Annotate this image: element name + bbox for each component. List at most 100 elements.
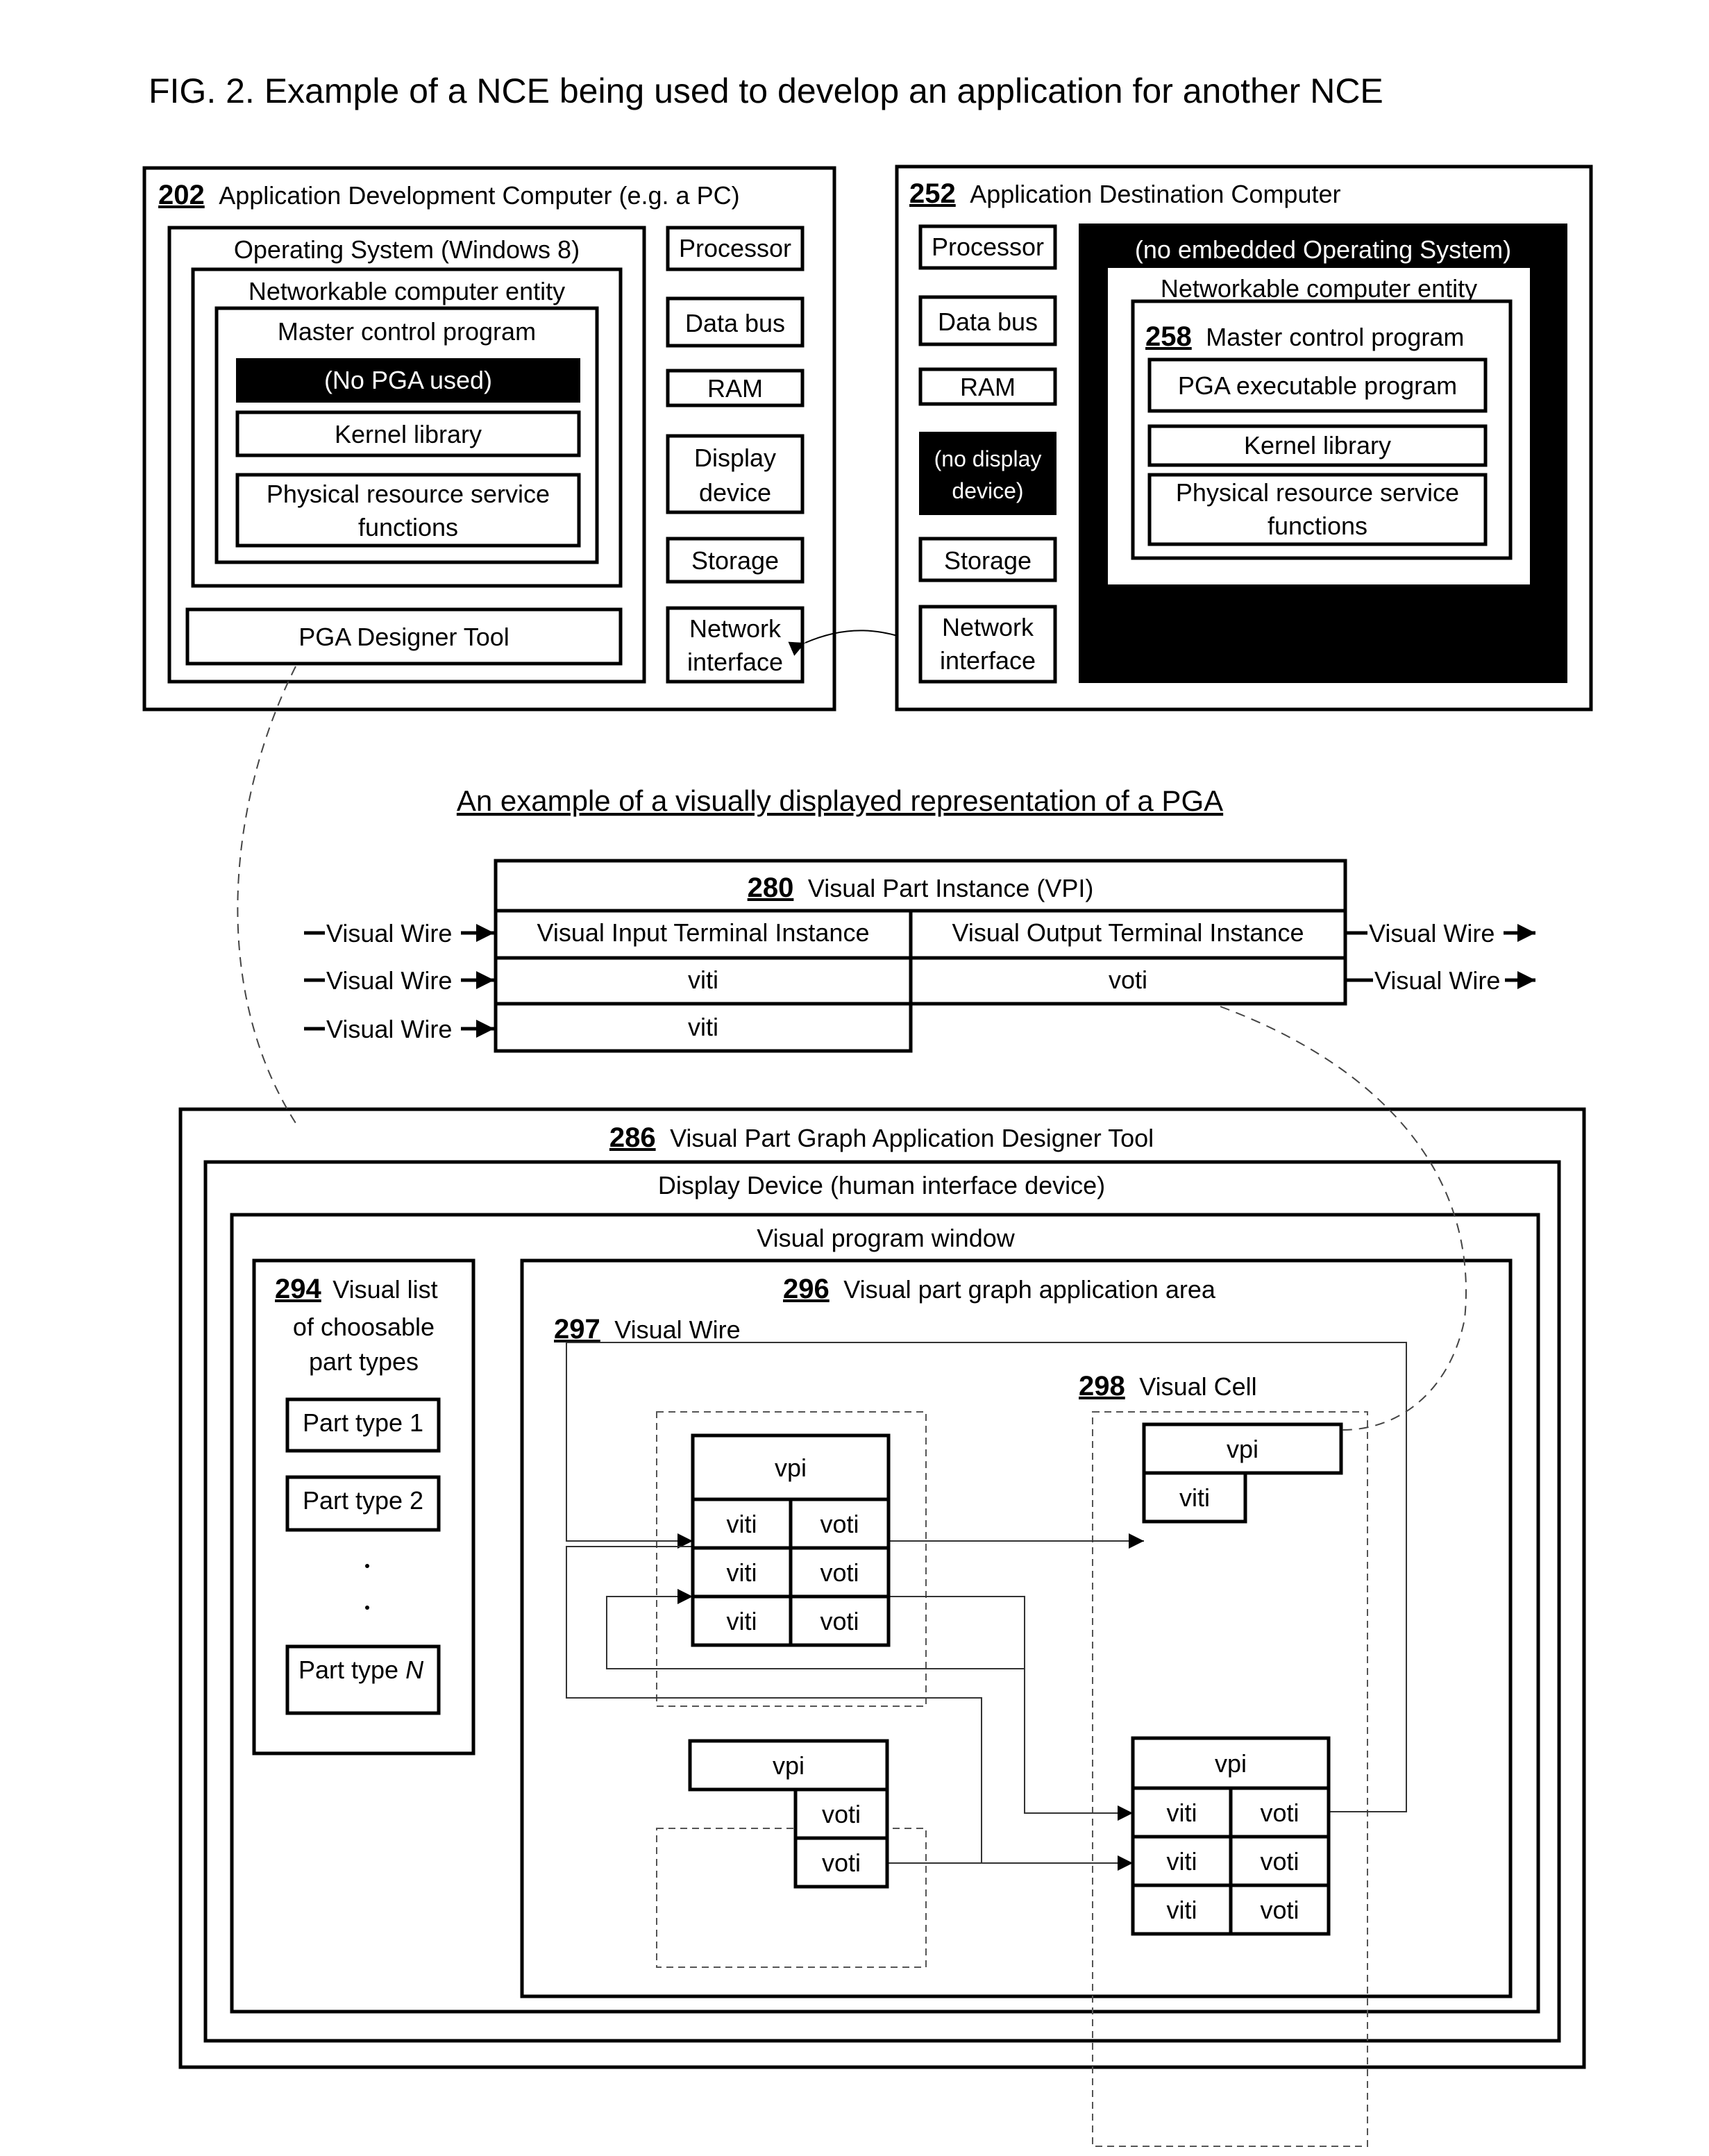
output-wire-1: Visual Wire — [1347, 919, 1535, 948]
dest-ram-label: RAM — [960, 373, 1016, 401]
vpi-a-label: vpi — [775, 1454, 807, 1482]
part-list-line3: part types — [309, 1347, 419, 1376]
area-ref: 296 — [783, 1274, 830, 1304]
wire-title: Visual Wire — [614, 1315, 740, 1344]
dev-phys-label-2: functions — [358, 513, 458, 541]
dest-computer-ref: 252 — [909, 178, 956, 209]
dev-computer-ref: 202 — [158, 180, 205, 210]
dest-mcp-label: Master control program — [1206, 323, 1464, 351]
voti-label-1: voti — [1109, 966, 1147, 994]
pga-designer-tool-label: PGA Designer Tool — [298, 623, 510, 651]
wire-label: Visual Wire — [326, 1015, 452, 1043]
cell-title: Visual Cell — [1139, 1372, 1256, 1401]
designer-ref: 286 — [609, 1122, 656, 1153]
no-pga-label: (No PGA used) — [324, 366, 492, 394]
cell-heading: 298 Visual Cell — [1079, 1371, 1257, 1401]
pga-example-subtitle: An example of a visually displayed repre… — [457, 784, 1223, 817]
vpi-a-voti-3-label: voti — [820, 1607, 859, 1635]
vpi-c-voti-1-label: voti — [1260, 1799, 1299, 1827]
dev-ram-label: RAM — [707, 374, 763, 403]
dev-display-label-2: device — [699, 478, 771, 507]
part-type-1-item[interactable]: Part type 1 — [285, 1397, 441, 1453]
vpi-a-viti-3-label: viti — [727, 1607, 757, 1635]
figure-title: FIG. 2. Example of a NCE being used to d… — [149, 71, 1383, 110]
dev-nce-label: Networkable computer entity — [249, 277, 565, 305]
dest-network-label-2: interface — [940, 646, 1036, 675]
dest-storage-label: Storage — [944, 546, 1032, 575]
vpi-example: 280 Visual Part Instance (VPI) Visual In… — [304, 859, 1535, 1053]
wire-label: Visual Wire — [1374, 966, 1500, 995]
ellipsis-dot — [365, 1564, 369, 1568]
ellipsis-dot — [365, 1606, 369, 1610]
dest-computer-title: Application Destination Computer — [970, 180, 1340, 208]
vpi-a[interactable]: vpiviti votiviti votiviti voti — [691, 1433, 891, 1647]
dev-network-label-2: interface — [687, 648, 783, 676]
area-heading: 296 Visual part graph application area — [783, 1274, 1216, 1304]
vpi-a-voti-2-label: voti — [820, 1558, 859, 1587]
vpi-c-label: vpi — [1215, 1749, 1247, 1778]
part-type-n-item[interactable]: Part type N — [285, 1644, 441, 1715]
wire-ref: 297 — [554, 1314, 600, 1345]
dev-kernel-label: Kernel library — [335, 420, 482, 448]
part-type-n-prefix: Part type — [298, 1656, 405, 1684]
input-wire-3: Visual Wire — [304, 1015, 494, 1043]
cell-ref: 298 — [1079, 1371, 1125, 1401]
vpi-b-voti-1-label: voti — [822, 1800, 861, 1828]
part-list-line2: of choosable — [293, 1313, 435, 1341]
part-list-heading: 294 Visual list — [275, 1274, 438, 1304]
vpi-title: Visual Part Instance (VPI) — [808, 874, 1094, 902]
vpi-c[interactable]: vpiviti votiviti votiviti voti — [1131, 1736, 1331, 1936]
designer-tool-heading: 286 Visual Part Graph Application Design… — [609, 1122, 1154, 1153]
dev-mcp-label: Master control program — [278, 317, 536, 346]
part-type-n-label: Part type N — [298, 1656, 424, 1684]
dev-processor-label: Processor — [679, 234, 791, 262]
dest-kernel-label: Kernel library — [1244, 431, 1391, 460]
part-type-2-item[interactable]: Part type 2 — [285, 1475, 441, 1532]
dest-phys-label-2: functions — [1268, 512, 1367, 540]
wire-label: Visual Wire — [326, 919, 452, 948]
output-wire-2: Visual Wire — [1347, 966, 1535, 995]
part-list-ref: 294 — [275, 1274, 321, 1304]
vpi-a-viti-2-label: viti — [727, 1558, 757, 1587]
program-window-label: Visual program window — [757, 1224, 1016, 1252]
vpi-a-voti-1-label: voti — [820, 1510, 859, 1538]
dest-no-display-label-1: (no display — [934, 446, 1042, 471]
area-title: Visual part graph application area — [843, 1275, 1216, 1304]
dev-storage-label: Storage — [691, 546, 779, 575]
dest-databus-label: Data bus — [938, 308, 1038, 336]
fig2-diagram: FIG. 2. Example of a NCE being used to d… — [142, 71, 1593, 2147]
part-list-line1: Visual list — [332, 1275, 437, 1304]
dest-nce-label: Networkable computer entity — [1161, 274, 1477, 303]
display-device-label: Display Device (human interface device) — [658, 1171, 1105, 1199]
vpi-a-viti-1-label: viti — [727, 1510, 757, 1538]
dev-computer-heading: 202 Application Development Computer (e.… — [158, 180, 740, 210]
leader-pga-designer-to-tool — [237, 666, 296, 1124]
input-wire-1: Visual Wire — [304, 919, 494, 948]
part-type-n-var: N — [405, 1656, 424, 1684]
output-terminal-header: Visual Output Terminal Instance — [952, 918, 1304, 947]
dest-phys-label-1: Physical resource service — [1176, 478, 1459, 507]
dev-os-label: Operating System (Windows 8) — [234, 235, 580, 264]
designer-title: Visual Part Graph Application Designer T… — [670, 1124, 1154, 1152]
dest-mcp-ref: 258 — [1145, 321, 1192, 352]
dev-phys-label-1: Physical resource service — [267, 480, 550, 508]
part-type-2-label: Part type 2 — [303, 1486, 423, 1515]
vpi-c-viti-2-label: viti — [1167, 1847, 1197, 1876]
wire-label: Visual Wire — [326, 966, 452, 995]
dest-no-display-label-2: device) — [952, 478, 1023, 503]
vpi-c-voti-2-label: voti — [1260, 1847, 1299, 1876]
vpi-c-viti-3-label: viti — [1167, 1896, 1197, 1924]
application-area[interactable] — [520, 1258, 1513, 1998]
dest-processor-label: Processor — [932, 233, 1044, 261]
vpi-b-voti-2-label: voti — [822, 1848, 861, 1877]
viti-label-1: viti — [688, 966, 718, 994]
vpi-ref: 280 — [748, 873, 794, 903]
vpi-small-label: vpi — [1227, 1435, 1258, 1463]
part-type-1-label: Part type 1 — [303, 1408, 423, 1437]
dev-computer-title: Application Development Computer (e.g. a… — [219, 181, 739, 210]
viti-label-2: viti — [688, 1013, 718, 1041]
dev-display-label-1: Display — [694, 444, 776, 472]
input-terminal-header: Visual Input Terminal Instance — [537, 918, 870, 947]
wire-label: Visual Wire — [1369, 919, 1495, 948]
vpi-b-label: vpi — [773, 1751, 805, 1780]
